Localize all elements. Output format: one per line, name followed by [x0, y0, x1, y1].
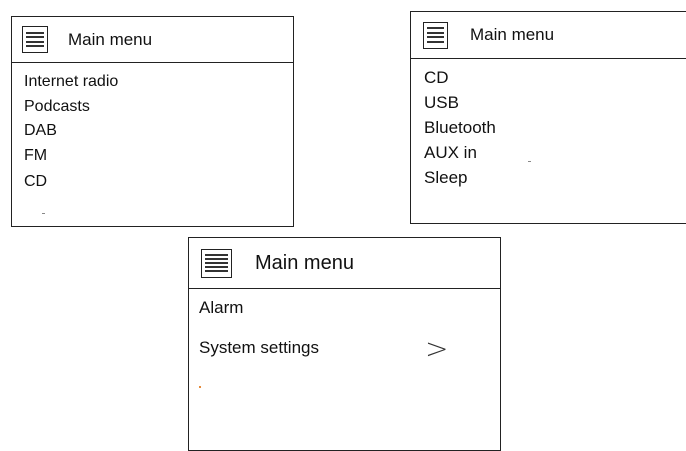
menu-title: Main menu: [255, 251, 354, 274]
menu-item-usb[interactable]: USB: [424, 93, 459, 113]
chevron-right-icon: >: [425, 332, 449, 365]
menu-item-fm[interactable]: FM: [24, 147, 47, 165]
main-menu-screen-1: Main menu Internet radio Podcasts DAB FM…: [11, 16, 294, 227]
menu-list-icon: [22, 26, 48, 53]
menu-list-icon: [201, 248, 232, 278]
menu-item-dab[interactable]: DAB: [24, 122, 57, 140]
menu-item-podcasts[interactable]: Podcasts: [24, 98, 90, 116]
main-menu-screen-3: Main menu Alarm System settings >: [188, 237, 501, 451]
screen-speck: [528, 161, 531, 162]
menu-item-aux-in[interactable]: AUX in: [424, 143, 477, 163]
menu-item-cd[interactable]: CD: [24, 173, 47, 191]
menu-title: Main menu: [470, 25, 555, 44]
menu-header: Main menu: [189, 238, 500, 289]
menu-item-system-settings[interactable]: System settings: [199, 338, 319, 358]
menu-item-sleep[interactable]: Sleep: [424, 168, 467, 188]
menu-item-alarm[interactable]: Alarm: [199, 298, 243, 318]
menu-item-internet-radio[interactable]: Internet radio: [24, 73, 118, 91]
menu-item-cd[interactable]: CD: [424, 68, 449, 88]
menu-title: Main menu: [68, 29, 153, 49]
menu-header: Main menu: [411, 12, 686, 59]
screen-speck: [42, 213, 45, 214]
screen-speck: [199, 386, 201, 388]
menu-header: Main menu: [12, 17, 293, 63]
main-menu-screen-2: Main menu CD USB Bluetooth AUX in Sleep: [410, 11, 686, 224]
menu-item-bluetooth[interactable]: Bluetooth: [424, 118, 496, 138]
menu-list-icon: [423, 21, 448, 49]
